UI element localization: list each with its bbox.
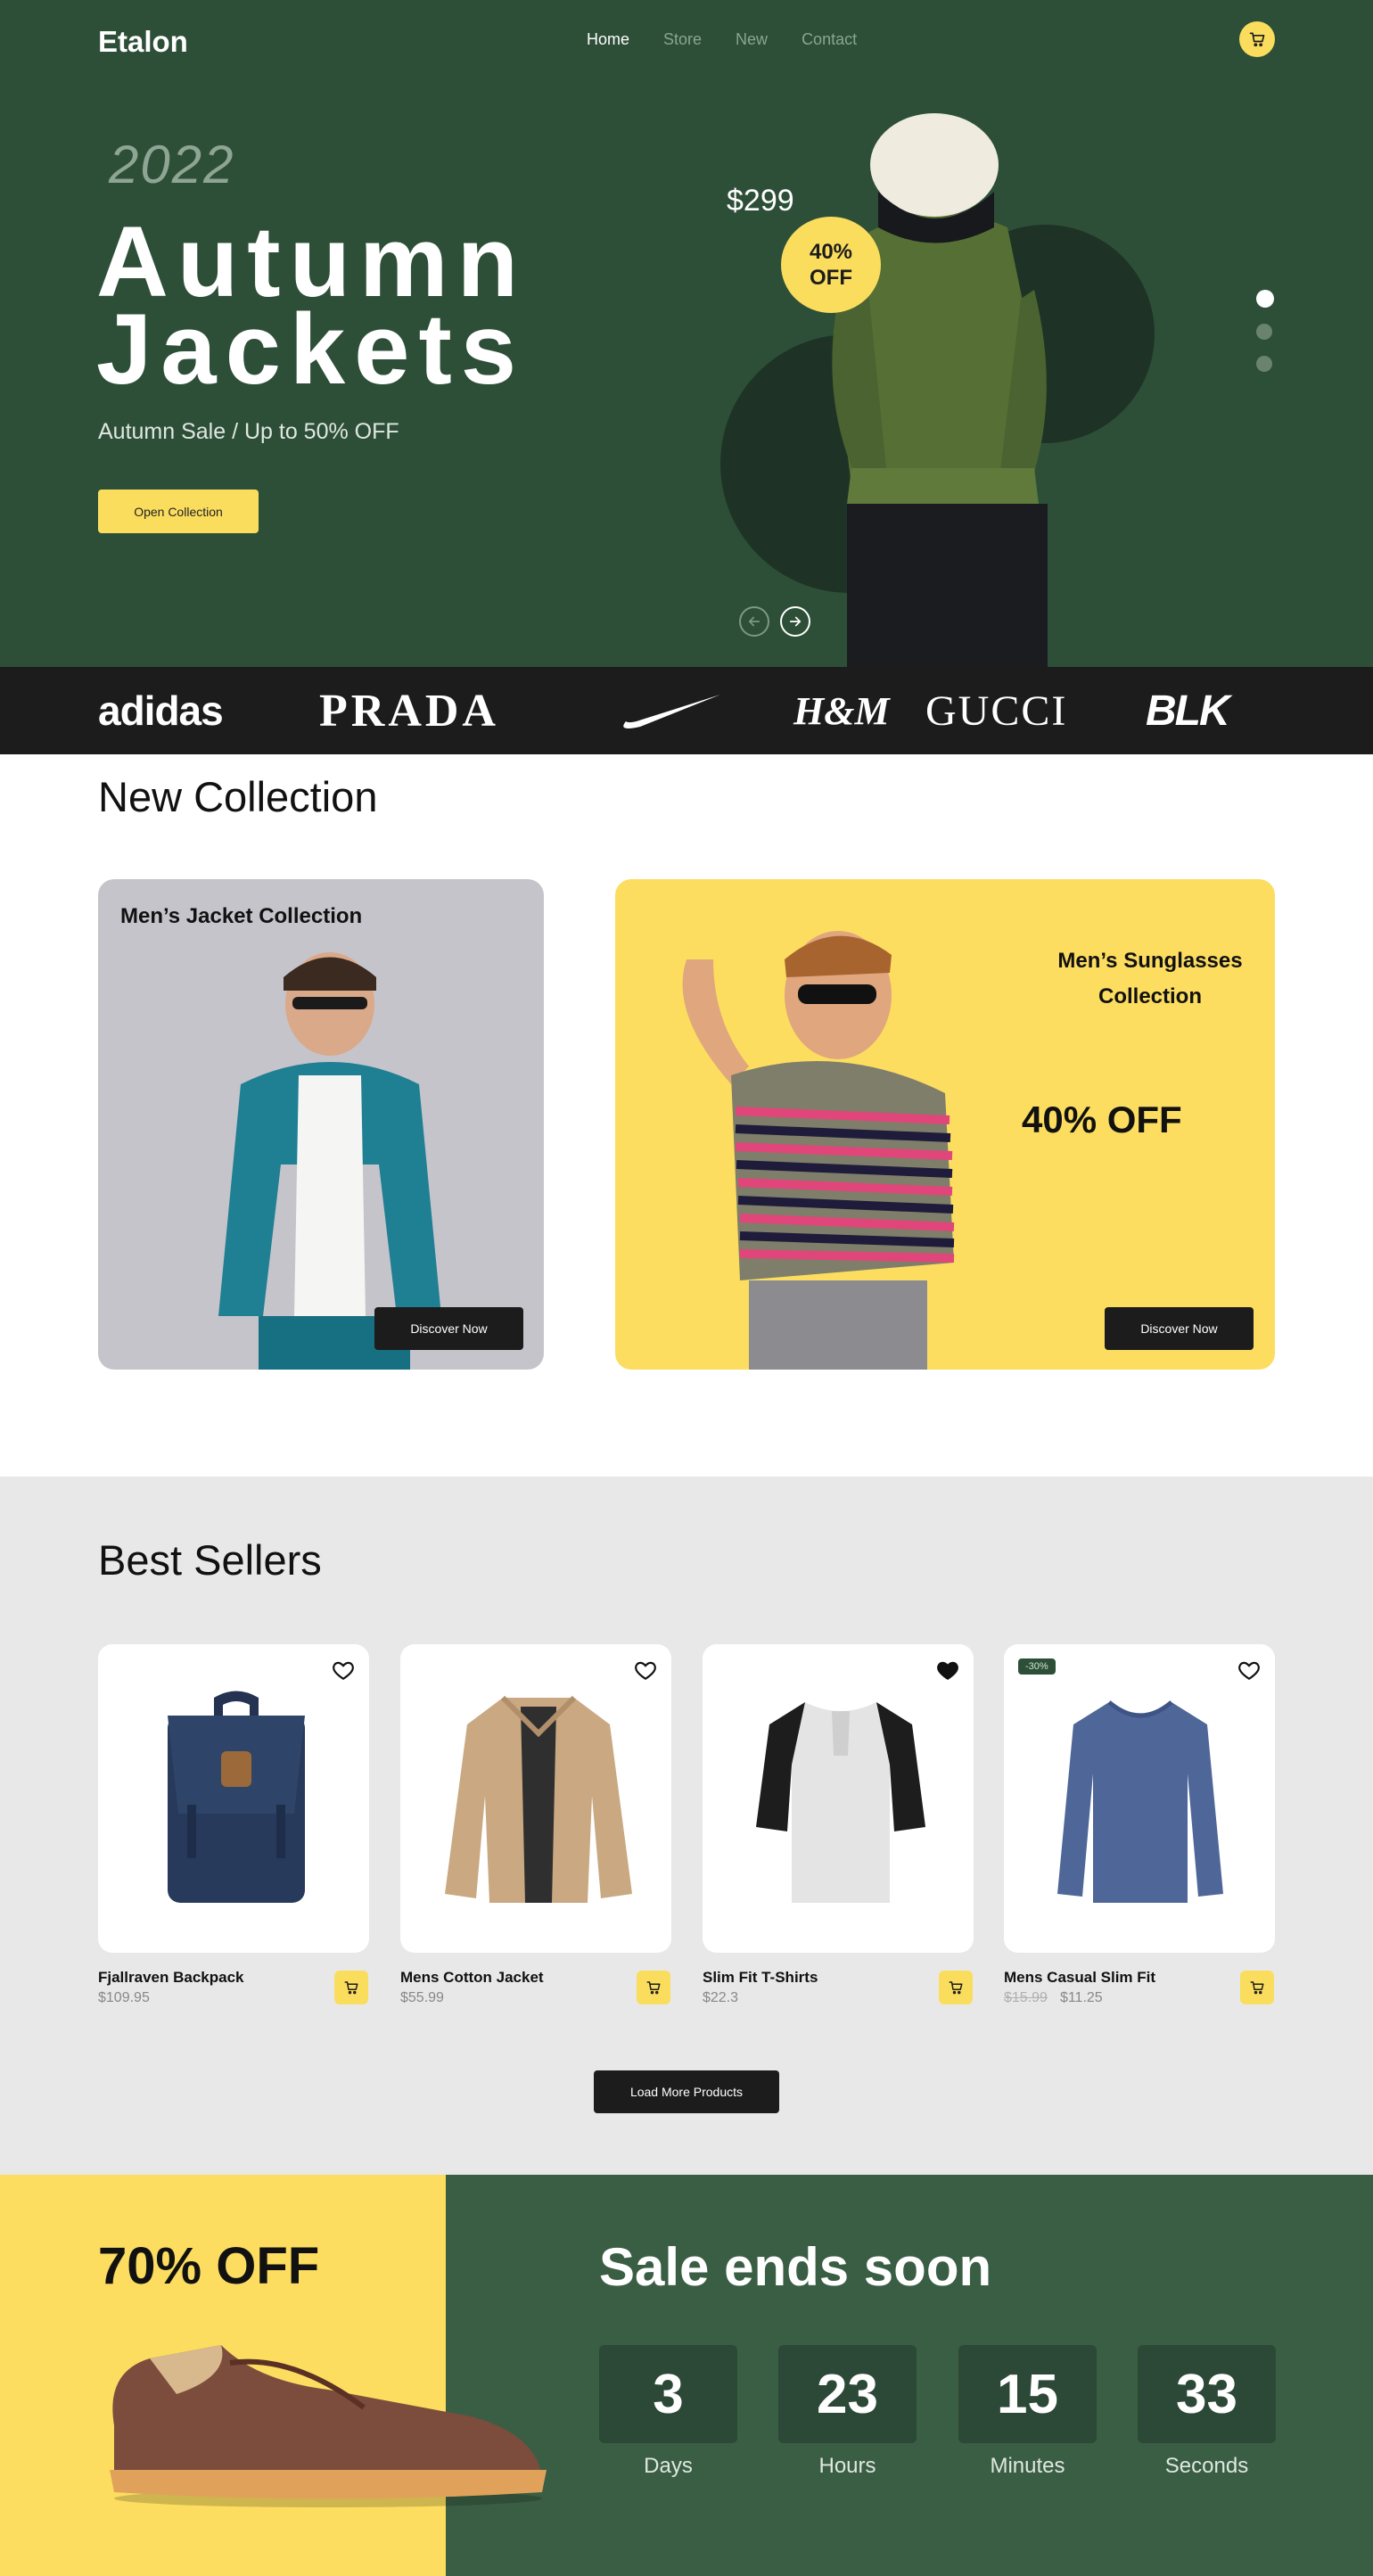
- jacket-discover-button[interactable]: Discover Now: [374, 1307, 523, 1350]
- product-name[interactable]: Mens Cotton Jacket: [400, 1969, 544, 1987]
- jacket-card-label: Men’s Jacket Collection: [120, 904, 363, 928]
- brand-adidas[interactable]: adidas: [98, 667, 224, 754]
- jacket-model-image: [218, 952, 441, 1370]
- countdown-hours-label: Hours: [818, 2454, 876, 2478]
- heart-outline-icon[interactable]: [634, 1658, 657, 1682]
- badge-percent: 40%: [809, 240, 853, 264]
- product-name[interactable]: Fjallraven Backpack: [98, 1969, 243, 1987]
- sunglasses-model-image: [682, 931, 955, 1370]
- tshirt-image: [756, 1702, 925, 1903]
- sunglasses-card-label-line-2: Collection: [1098, 984, 1202, 1008]
- add-to-cart-button[interactable]: [1240, 1971, 1274, 2004]
- arrow-right-icon: [789, 616, 802, 627]
- sale-discount: 70% OFF: [98, 2237, 320, 2295]
- sunglasses-discover-button[interactable]: Discover Now: [1105, 1307, 1254, 1350]
- new-collection-title: New Collection: [98, 773, 378, 820]
- arrow-left-icon: [748, 616, 760, 627]
- countdown-days: 3: [599, 2345, 737, 2443]
- product-name[interactable]: Mens Casual Slim Fit: [1004, 1969, 1155, 1987]
- product-old-price: $15.99: [1004, 1990, 1048, 2005]
- backpack-image: [168, 1691, 305, 1903]
- main-nav: Home Store New Contact: [587, 30, 857, 49]
- slim-fit-shirt-image: [1057, 1700, 1223, 1903]
- brand-blk[interactable]: BLK: [1146, 667, 1230, 754]
- hero-title: Autumn Jackets: [96, 212, 527, 405]
- heart-filled-icon[interactable]: [936, 1658, 959, 1682]
- heart-outline-icon[interactable]: [332, 1658, 355, 1682]
- jacket-collection-card[interactable]: Men’s Jacket Collection Discover Now: [98, 879, 544, 1370]
- slide-indicator: [1256, 290, 1274, 372]
- hero-year: 2022: [109, 135, 235, 194]
- product-price: $109.95: [98, 1990, 150, 2005]
- product-card[interactable]: [98, 1644, 369, 1953]
- countdown-minutes: 15: [958, 2345, 1097, 2443]
- slide-dot[interactable]: [1256, 290, 1274, 308]
- load-more-button[interactable]: Load More Products: [594, 2070, 779, 2113]
- countdown-seconds: 33: [1138, 2345, 1276, 2443]
- product-card[interactable]: [400, 1644, 671, 1953]
- countdown-days-label: Days: [644, 2454, 693, 2478]
- nav-new[interactable]: New: [736, 30, 768, 49]
- hero-model-image: [832, 113, 1048, 667]
- hero-discount-badge: 40% OFF: [781, 217, 881, 313]
- hero-section: Etalon Home Store New Contact 2022 Autum…: [0, 0, 1373, 667]
- slide-dot[interactable]: [1256, 324, 1272, 340]
- cotton-jacket-image: [445, 1695, 632, 1903]
- header-cart-button[interactable]: [1239, 21, 1275, 57]
- next-slide-button[interactable]: [780, 606, 810, 637]
- nav-contact[interactable]: Contact: [802, 30, 857, 49]
- cart-icon: [949, 1981, 963, 1995]
- sunglasses-card-label-line-1: Men’s Sunglasses: [1057, 949, 1243, 973]
- badge-off: OFF: [810, 266, 852, 290]
- nav-home[interactable]: Home: [587, 30, 629, 49]
- cart-icon: [1250, 1981, 1264, 1995]
- countdown-seconds-label: Seconds: [1164, 2454, 1249, 2478]
- hero-title-line-2: Jackets: [96, 293, 526, 405]
- brand-bar: adidas PRADA H&M GUCCI BLK: [0, 667, 1373, 754]
- site-logo[interactable]: Etalon: [98, 25, 188, 59]
- best-sellers-title: Best Sellers: [98, 1536, 322, 1584]
- product-card[interactable]: [703, 1644, 974, 1953]
- open-collection-button[interactable]: Open Collection: [98, 490, 259, 533]
- slide-dot[interactable]: [1256, 356, 1272, 372]
- product-name[interactable]: Slim Fit T-Shirts: [703, 1969, 818, 1987]
- nav-store[interactable]: Store: [663, 30, 702, 49]
- add-to-cart-button[interactable]: [334, 1971, 368, 2004]
- hero-subtitle: Autumn Sale / Up to 50% OFF: [98, 419, 399, 444]
- brand-hm[interactable]: H&M: [793, 667, 890, 754]
- hero-price: $299: [727, 184, 794, 218]
- nike-swoosh-logo: [623, 695, 720, 728]
- brand-prada[interactable]: PRADA: [319, 667, 499, 754]
- sunglasses-discount: 40% OFF: [1022, 1099, 1182, 1140]
- heart-outline-icon[interactable]: [1237, 1658, 1261, 1682]
- sunglasses-collection-card[interactable]: Men’s Sunglasses Collection 40% OFF Disc…: [615, 879, 1275, 1370]
- shoe-image: [110, 2345, 547, 2507]
- cart-icon: [1249, 32, 1265, 47]
- product-price: $15.99 $11.25: [1004, 1990, 1103, 2006]
- product-price: $55.99: [400, 1990, 444, 2005]
- add-to-cart-button[interactable]: [637, 1971, 670, 2004]
- countdown-minutes-label: Minutes: [990, 2454, 1065, 2478]
- brand-gucci[interactable]: GUCCI: [925, 667, 1067, 754]
- product-sale-price: $11.25: [1059, 1990, 1103, 2005]
- add-to-cart-button[interactable]: [939, 1971, 973, 2004]
- cart-icon: [344, 1981, 358, 1995]
- product-card[interactable]: -30%: [1004, 1644, 1275, 1953]
- prev-slide-button[interactable]: [739, 606, 769, 637]
- brand-nike[interactable]: [622, 667, 722, 754]
- sale-title: Sale ends soon: [599, 2237, 992, 2297]
- discount-tag: -30%: [1018, 1658, 1056, 1675]
- cart-icon: [646, 1981, 661, 1995]
- countdown-hours: 23: [778, 2345, 917, 2443]
- sunglasses-card-label: Men’s Sunglasses Collection: [990, 943, 1275, 1015]
- product-price: $22.3: [703, 1990, 739, 2005]
